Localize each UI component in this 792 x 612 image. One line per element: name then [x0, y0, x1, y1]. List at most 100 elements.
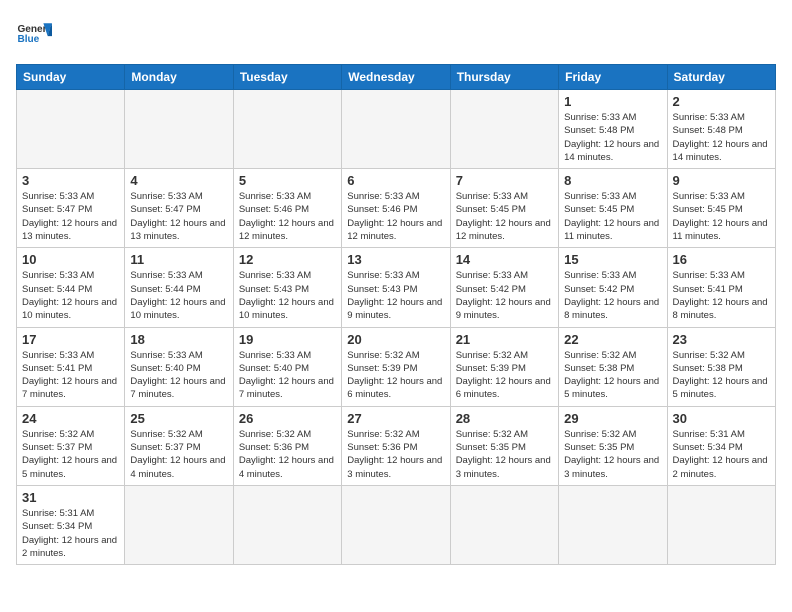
header: General Blue: [16, 16, 776, 52]
day-number: 12: [239, 252, 336, 267]
calendar-cell: 4Sunrise: 5:33 AM Sunset: 5:47 PM Daylig…: [125, 169, 233, 248]
calendar-table: SundayMondayTuesdayWednesdayThursdayFrid…: [16, 64, 776, 565]
day-number: 10: [22, 252, 119, 267]
day-number: 7: [456, 173, 553, 188]
calendar-cell: 14 Sunrise: 5:33 AM Sunset: 5:42 PM Dayli…: [450, 248, 558, 327]
calendar-cell: [342, 90, 450, 169]
calendar-cell: 5Sunrise: 5:33 AM Sunset: 5:46 PM Daylig…: [233, 169, 341, 248]
calendar-cell: 29 Sunrise: 5:32 AM Sunset: 5:35 PM Dayli…: [559, 406, 667, 485]
calendar-cell: 8Sunrise: 5:33 AM Sunset: 5:45 PM Daylig…: [559, 169, 667, 248]
calendar-cell: 6 Sunrise: 5:33 AM Sunset: 5:46 PM Daylig…: [342, 169, 450, 248]
day-number: 1: [564, 94, 661, 109]
day-info: Sunrise: 5:32 AM Sunset: 5:39 PM Dayligh…: [347, 349, 444, 402]
calendar-header-row: SundayMondayTuesdayWednesdayThursdayFrid…: [17, 65, 776, 90]
day-number: 28: [456, 411, 553, 426]
calendar-cell: [342, 485, 450, 564]
day-info: Sunrise: 5:32 AM Sunset: 5:36 PM Dayligh…: [239, 428, 336, 481]
calendar-week-row: 17 Sunrise: 5:33 AM Sunset: 5:41 PM Dayli…: [17, 327, 776, 406]
day-number: 25: [130, 411, 227, 426]
calendar-cell: 26 Sunrise: 5:32 AM Sunset: 5:36 PM Dayli…: [233, 406, 341, 485]
day-header-wednesday: Wednesday: [342, 65, 450, 90]
svg-text:Blue: Blue: [17, 34, 39, 45]
day-number: 19: [239, 332, 336, 347]
calendar-cell: 20Sunrise: 5:32 AM Sunset: 5:39 PM Dayli…: [342, 327, 450, 406]
calendar-cell: 25 Sunrise: 5:32 AM Sunset: 5:37 PM Dayli…: [125, 406, 233, 485]
calendar-cell: [450, 485, 558, 564]
day-number: 27: [347, 411, 444, 426]
day-number: 5: [239, 173, 336, 188]
calendar-cell: [125, 485, 233, 564]
calendar-week-row: 24 Sunrise: 5:32 AM Sunset: 5:37 PM Dayli…: [17, 406, 776, 485]
day-info: Sunrise: 5:32 AM Sunset: 5:38 PM Dayligh…: [564, 349, 661, 402]
day-number: 22: [564, 332, 661, 347]
calendar-cell: 30 Sunrise: 5:31 AM Sunset: 5:34 PM Dayli…: [667, 406, 775, 485]
day-info: Sunrise: 5:33 AM Sunset: 5:43 PM Dayligh…: [239, 269, 336, 322]
day-number: 8: [564, 173, 661, 188]
calendar-cell: [450, 90, 558, 169]
day-info: Sunrise: 5:32 AM Sunset: 5:36 PM Dayligh…: [347, 428, 444, 481]
day-info: Sunrise: 5:33 AM Sunset: 5:45 PM Dayligh…: [456, 190, 553, 243]
day-info: Sunrise: 5:33 AM Sunset: 5:47 PM Dayligh…: [22, 190, 119, 243]
calendar-cell: [17, 90, 125, 169]
day-header-tuesday: Tuesday: [233, 65, 341, 90]
day-info: Sunrise: 5:31 AM Sunset: 5:34 PM Dayligh…: [22, 507, 119, 560]
calendar-cell: 7 Sunrise: 5:33 AM Sunset: 5:45 PM Daylig…: [450, 169, 558, 248]
calendar-cell: 1 Sunrise: 5:33 AM Sunset: 5:48 PM Daylig…: [559, 90, 667, 169]
day-info: Sunrise: 5:31 AM Sunset: 5:34 PM Dayligh…: [673, 428, 770, 481]
day-number: 31: [22, 490, 119, 505]
day-number: 11: [130, 252, 227, 267]
calendar-cell: 31 Sunrise: 5:31 AM Sunset: 5:34 PM Dayli…: [17, 485, 125, 564]
day-info: Sunrise: 5:33 AM Sunset: 5:41 PM Dayligh…: [22, 349, 119, 402]
day-info: Sunrise: 5:32 AM Sunset: 5:37 PM Dayligh…: [130, 428, 227, 481]
day-header-monday: Monday: [125, 65, 233, 90]
day-number: 15: [564, 252, 661, 267]
logo-icon: General Blue: [16, 16, 52, 52]
day-info: Sunrise: 5:32 AM Sunset: 5:39 PM Dayligh…: [456, 349, 553, 402]
calendar-cell: 10Sunrise: 5:33 AM Sunset: 5:44 PM Dayli…: [17, 248, 125, 327]
day-header-saturday: Saturday: [667, 65, 775, 90]
day-info: Sunrise: 5:32 AM Sunset: 5:38 PM Dayligh…: [673, 349, 770, 402]
day-number: 6: [347, 173, 444, 188]
day-number: 17: [22, 332, 119, 347]
calendar-cell: 13Sunrise: 5:33 AM Sunset: 5:43 PM Dayli…: [342, 248, 450, 327]
calendar-cell: 11 Sunrise: 5:33 AM Sunset: 5:44 PM Dayli…: [125, 248, 233, 327]
calendar-week-row: 3Sunrise: 5:33 AM Sunset: 5:47 PM Daylig…: [17, 169, 776, 248]
day-number: 13: [347, 252, 444, 267]
day-number: 30: [673, 411, 770, 426]
calendar-week-row: 10 Sunrise: 5:33 AM Sunset: 5:44 PM Dayli…: [17, 248, 776, 327]
calendar-cell: 9Sunrise: 5:33 AM Sunset: 5:45 PM Daylig…: [667, 169, 775, 248]
calendar-cell: 24Sunrise: 5:32 AM Sunset: 5:37 PM Dayli…: [17, 406, 125, 485]
calendar-cell: 23 Sunrise: 5:32 AM Sunset: 5:38 PM Dayli…: [667, 327, 775, 406]
calendar-cell: [559, 485, 667, 564]
day-number: 23: [673, 332, 770, 347]
day-number: 29: [564, 411, 661, 426]
day-info: Sunrise: 5:33 AM Sunset: 5:44 PM Dayligh…: [130, 269, 227, 322]
day-info: Sunrise: 5:33 AM Sunset: 5:46 PM Dayligh…: [347, 190, 444, 243]
calendar-cell: 22 Sunrise: 5:32 AM Sunset: 5:38 PM Dayli…: [559, 327, 667, 406]
day-info: Sunrise: 5:33 AM Sunset: 5:48 PM Dayligh…: [673, 111, 770, 164]
calendar-week-row: 1 Sunrise: 5:33 AM Sunset: 5:48 PM Daylig…: [17, 90, 776, 169]
day-header-thursday: Thursday: [450, 65, 558, 90]
calendar-cell: 2Sunrise: 5:33 AM Sunset: 5:48 PM Daylig…: [667, 90, 775, 169]
calendar-cell: 16 Sunrise: 5:33 AM Sunset: 5:41 PM Dayli…: [667, 248, 775, 327]
day-number: 14: [456, 252, 553, 267]
day-info: Sunrise: 5:33 AM Sunset: 5:42 PM Dayligh…: [564, 269, 661, 322]
calendar-cell: 19Sunrise: 5:33 AM Sunset: 5:40 PM Dayli…: [233, 327, 341, 406]
calendar-cell: 18Sunrise: 5:33 AM Sunset: 5:40 PM Dayli…: [125, 327, 233, 406]
day-info: Sunrise: 5:32 AM Sunset: 5:35 PM Dayligh…: [456, 428, 553, 481]
day-number: 16: [673, 252, 770, 267]
day-number: 9: [673, 173, 770, 188]
day-header-friday: Friday: [559, 65, 667, 90]
day-info: Sunrise: 5:33 AM Sunset: 5:40 PM Dayligh…: [130, 349, 227, 402]
day-info: Sunrise: 5:33 AM Sunset: 5:42 PM Dayligh…: [456, 269, 553, 322]
calendar-cell: 15 Sunrise: 5:33 AM Sunset: 5:42 PM Dayli…: [559, 248, 667, 327]
day-info: Sunrise: 5:33 AM Sunset: 5:48 PM Dayligh…: [564, 111, 661, 164]
day-number: 21: [456, 332, 553, 347]
day-number: 24: [22, 411, 119, 426]
calendar-cell: 12 Sunrise: 5:33 AM Sunset: 5:43 PM Dayli…: [233, 248, 341, 327]
day-header-sunday: Sunday: [17, 65, 125, 90]
day-number: 26: [239, 411, 336, 426]
calendar-cell: 17 Sunrise: 5:33 AM Sunset: 5:41 PM Dayli…: [17, 327, 125, 406]
day-info: Sunrise: 5:33 AM Sunset: 5:41 PM Dayligh…: [673, 269, 770, 322]
day-info: Sunrise: 5:32 AM Sunset: 5:35 PM Dayligh…: [564, 428, 661, 481]
